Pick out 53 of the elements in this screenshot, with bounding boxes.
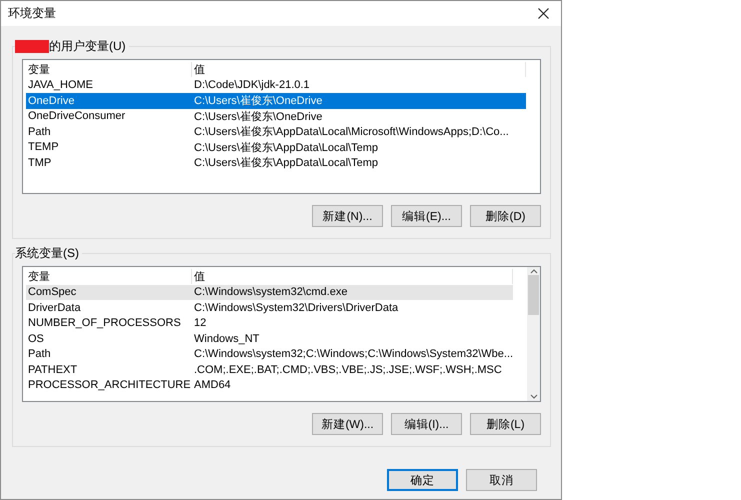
variable-name: TEMP [27, 141, 60, 154]
variable-value: C:\Users\崔俊东\AppData\Local\Temp [193, 140, 380, 155]
variable-value: C:\Windows\system32\cmd.exe [193, 286, 348, 298]
variable-value: .COM;.EXE;.BAT;.CMD;.VBS;.VBE;.JS;.JSE;.WSF;.WSH;.MSC [193, 364, 503, 376]
variable-value: C:\Users\崔俊东\AppData\Local\Microsoft\WindowsApps;D:\Co... [193, 124, 510, 140]
variable-value: Windows_NT [193, 332, 260, 345]
variable-value: C:\Users\崔俊东\OneDrive [193, 110, 324, 124]
scrollbar-thumb[interactable] [528, 275, 540, 315]
variable-value: AMD64 [193, 379, 232, 392]
variable-name: ComSpec [27, 286, 78, 298]
action-button[interactable]: 删除(D) [470, 205, 541, 227]
variable-name: OneDriveConsumer [27, 110, 126, 122]
scrollbar[interactable] [527, 267, 540, 401]
window-title: 环境变量 [8, 5, 56, 22]
variable-row[interactable]: OneDriveConsumer C:\Users\崔俊东\OneDrive [26, 108, 526, 124]
variable-value: 12 [193, 317, 208, 330]
column-header[interactable]: 变量 [26, 62, 192, 78]
redacted-name-block [15, 40, 49, 52]
action-button[interactable]: 编辑(I)... [391, 413, 462, 435]
variable-list[interactable] [22, 59, 541, 194]
variable-name: Path [27, 348, 52, 360]
variable-name: PROCESSOR_ARCHITECTURE [27, 379, 192, 392]
variable-row[interactable]: Path C:\Windows\system32;C:\Windows;C:\Windows\System32\Wbe... [26, 346, 514, 362]
variable-name: OneDrive [27, 94, 76, 107]
variable-value: C:\Users\崔俊东\OneDrive [193, 94, 324, 108]
group-legend: 的用户变量(U) [49, 38, 126, 54]
variable-value: C:\Windows\system32;C:\Windows;C:\Windows\System32\Wbe... [193, 348, 514, 360]
variable-value: C:\Users\崔俊东\AppData\Local\Temp [193, 156, 380, 170]
action-button[interactable]: 删除(L) [470, 413, 541, 435]
variable-row[interactable]: ComSpec C:\Windows\system32\cmd.exe [26, 284, 514, 300]
ok-button[interactable]: 确定 [387, 469, 458, 491]
variable-list[interactable] [22, 266, 541, 402]
group-legend: 系统变量(S) [15, 245, 79, 261]
variable-name: OS [27, 332, 45, 345]
scroll-down-icon[interactable] [530, 394, 538, 400]
close-icon [538, 8, 548, 19]
column-header[interactable]: 变量 [26, 269, 192, 284]
variable-name: DriverData [27, 302, 82, 314]
column-header[interactable]: 值 [192, 62, 526, 78]
variable-value: D:\Code\JDK\jdk-21.0.1 [193, 79, 311, 92]
variable-row[interactable]: OneDrive C:\Users\崔俊东\OneDrive [26, 93, 526, 108]
variable-name: Path [27, 126, 52, 138]
cancel-button[interactable]: 取消 [466, 469, 537, 491]
column-header[interactable]: 值 [192, 269, 514, 284]
variable-name: TMP [27, 156, 52, 169]
variable-name: NUMBER_OF_PROCESSORS [27, 317, 182, 330]
action-button[interactable]: 新建(W)... [312, 413, 383, 435]
variable-name: JAVA_HOME [27, 79, 94, 92]
variable-value: C:\Windows\System32\Drivers\DriverData [193, 302, 400, 314]
scroll-up-icon[interactable] [530, 268, 538, 274]
variable-name: PATHEXT [27, 364, 78, 376]
action-button[interactable]: 新建(N)... [312, 205, 383, 227]
action-button[interactable]: 编辑(E)... [391, 205, 462, 227]
